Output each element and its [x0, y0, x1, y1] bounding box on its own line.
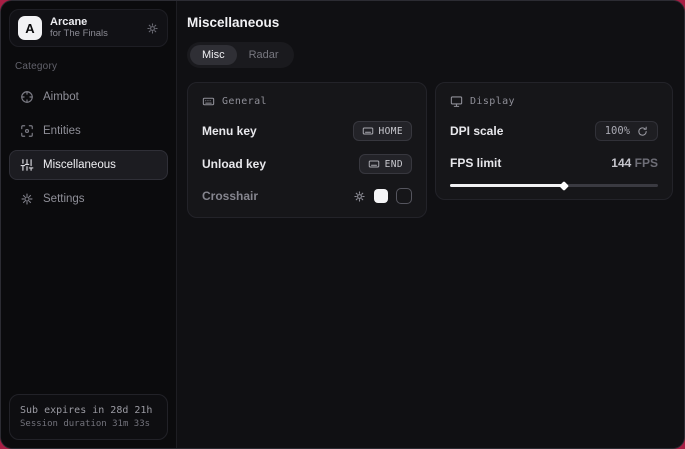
sidebar-item-label: Miscellaneous	[43, 159, 116, 171]
crosshair-settings-gear-icon[interactable]	[353, 190, 366, 203]
crosshair-row: Crosshair	[202, 187, 412, 205]
category-label: Category	[15, 61, 162, 72]
dpi-scale-row: DPI scale 100%	[450, 121, 658, 141]
general-card-title: General	[222, 96, 267, 107]
tab-radar[interactable]: Radar	[237, 45, 291, 65]
crosshair-color-swatch[interactable]	[374, 189, 388, 203]
unload-key-bind-button[interactable]: END	[359, 154, 412, 174]
display-card: Display DPI scale 100% FPS limit	[435, 82, 673, 200]
menu-key-row: Menu key HOME	[202, 121, 412, 141]
fps-slider[interactable]	[450, 184, 658, 187]
unload-key-label: Unload key	[202, 157, 266, 171]
monitor-icon	[450, 95, 463, 108]
fps-slider-thumb[interactable]	[559, 181, 569, 191]
sliders-icon	[20, 158, 34, 172]
sidebar-item-label: Entities	[43, 125, 81, 137]
keyboard-icon	[202, 95, 215, 108]
tab-bar: Misc Radar	[187, 42, 294, 68]
sub-expiry-text: Sub expires in 28d 21h	[20, 403, 157, 418]
fps-limit-label: FPS limit	[450, 156, 501, 170]
fps-unit: FPS	[635, 156, 658, 170]
crosshair-icon	[20, 90, 34, 104]
sidebar-item-miscellaneous[interactable]: Miscellaneous	[9, 150, 168, 180]
subscription-status: Sub expires in 28d 21h Session duration …	[9, 394, 168, 441]
main-content: Miscellaneous Misc Radar General	[177, 1, 685, 448]
session-duration-text: Session duration 31m 33s	[20, 418, 157, 432]
dpi-scale-label: DPI scale	[450, 124, 503, 138]
sidebar-item-aimbot[interactable]: Aimbot	[9, 82, 168, 112]
avatar: A	[18, 16, 42, 40]
settings-gear-icon[interactable]	[146, 22, 159, 35]
sidebar-item-label: Aimbot	[43, 91, 79, 103]
tab-misc[interactable]: Misc	[190, 45, 237, 65]
menu-key-label: Menu key	[202, 124, 257, 138]
menu-key-value: HOME	[379, 126, 403, 137]
keyboard-icon	[368, 158, 380, 170]
unload-key-value: END	[385, 159, 403, 170]
sidebar-item-settings[interactable]: Settings	[9, 184, 168, 214]
gear-icon	[20, 192, 34, 206]
fps-limit-row: FPS limit 144 FPS	[450, 154, 658, 172]
sidebar: A Arcane for The Finals Category Aimbot	[1, 1, 177, 448]
app-window: A Arcane for The Finals Category Aimbot	[0, 0, 685, 449]
crosshair-checkbox[interactable]	[396, 188, 412, 204]
sidebar-item-entities[interactable]: Entities	[9, 116, 168, 146]
unload-key-row: Unload key END	[202, 154, 412, 174]
crosshair-label: Crosshair	[202, 189, 258, 203]
dpi-scale-select[interactable]: 100%	[595, 121, 658, 141]
rotate-refresh-icon	[637, 126, 648, 137]
general-card: General Menu key HOME Unload key	[187, 82, 427, 218]
fps-slider-fill	[450, 184, 564, 187]
menu-key-bind-button[interactable]: HOME	[353, 121, 412, 141]
keyboard-icon	[362, 125, 374, 137]
dpi-scale-value: 100%	[605, 125, 630, 137]
app-subtitle: for The Finals	[50, 29, 138, 40]
fps-value: 144	[611, 156, 631, 170]
scan-eye-icon	[20, 124, 34, 138]
app-title: Arcane	[50, 16, 138, 29]
display-card-title: Display	[470, 96, 515, 107]
sidebar-item-label: Settings	[43, 193, 85, 205]
brand-card: A Arcane for The Finals	[9, 9, 168, 47]
page-title: Miscellaneous	[187, 15, 673, 30]
